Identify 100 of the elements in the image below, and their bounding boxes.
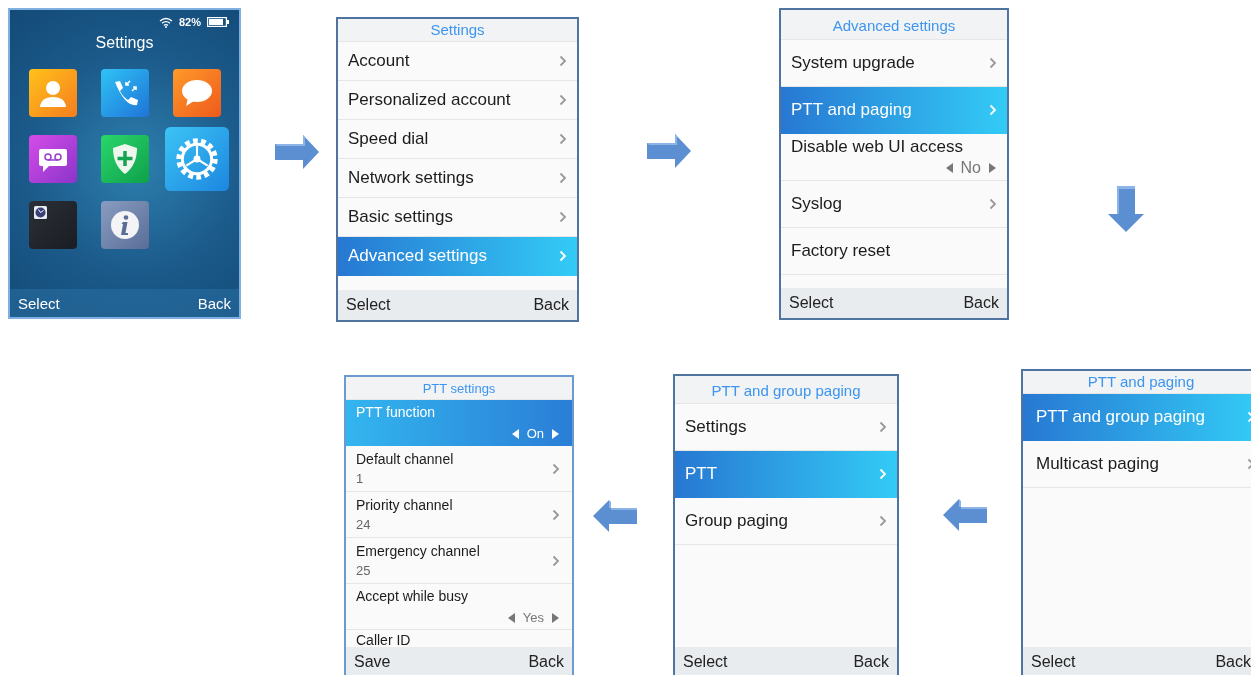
softkey[interactable]: Back bbox=[528, 653, 564, 671]
softkey[interactable]: Select bbox=[789, 294, 834, 312]
item-label: PTT and group paging bbox=[1036, 407, 1206, 427]
info-icon[interactable] bbox=[100, 201, 149, 249]
battery-icon bbox=[207, 17, 229, 27]
chevron-icon bbox=[552, 462, 560, 475]
chevron-icon bbox=[989, 104, 997, 116]
chevron-icon bbox=[879, 515, 887, 527]
screen-title: Settings bbox=[338, 19, 577, 42]
screen-title: Advanced settings bbox=[781, 10, 1007, 40]
item-value: Yes bbox=[522, 610, 544, 625]
flow-arrow bbox=[593, 500, 637, 532]
left-triangle-icon[interactable] bbox=[506, 612, 515, 623]
menu-item[interactable]: Disable web UI access No bbox=[781, 134, 1007, 181]
flow-arrow bbox=[1108, 186, 1144, 232]
item-value: 25 bbox=[356, 563, 372, 578]
menu-item[interactable]: PTT and paging bbox=[781, 87, 1007, 134]
battery-percent: 82% bbox=[178, 16, 201, 28]
chevron-icon bbox=[559, 172, 567, 184]
item-label: Speed dial bbox=[348, 129, 430, 149]
clock-app-icon[interactable] bbox=[28, 201, 77, 249]
menu-item[interactable]: Syslog bbox=[781, 181, 1007, 228]
flow-arrow bbox=[647, 134, 691, 168]
menu-item[interactable]: Accept while busy Yes bbox=[346, 584, 572, 630]
menu-item[interactable]: Caller ID bbox=[346, 630, 572, 647]
menu-item[interactable]: Multicast paging bbox=[1023, 441, 1251, 488]
softkey[interactable]: Select bbox=[18, 294, 60, 312]
item-label: Settings bbox=[685, 417, 748, 437]
menu-item[interactable]: Network settings bbox=[338, 159, 577, 198]
softkey[interactable]: Select bbox=[683, 653, 728, 671]
item-value: 24 bbox=[356, 517, 372, 532]
chevron-icon bbox=[879, 468, 887, 480]
chevron-icon bbox=[552, 508, 560, 521]
screen-title: PTT and paging bbox=[1023, 371, 1251, 394]
menu-item[interactable]: Account bbox=[338, 42, 577, 81]
menu-item[interactable]: Emergency channel 25 bbox=[346, 538, 572, 584]
item-label: Caller ID bbox=[356, 632, 412, 647]
item-label: PTT bbox=[685, 464, 719, 484]
screen-title: PTT and group paging bbox=[675, 376, 897, 404]
menu-item[interactable]: Default channel 1 bbox=[346, 446, 572, 492]
item-label: Advanced settings bbox=[348, 246, 488, 266]
right-triangle-icon[interactable] bbox=[552, 428, 560, 439]
chevron-icon bbox=[559, 250, 567, 262]
shield-icon[interactable] bbox=[100, 135, 149, 183]
item-value: On bbox=[526, 426, 544, 441]
item-label: Factory reset bbox=[791, 241, 892, 261]
flow-arrow bbox=[943, 499, 987, 531]
item-label: Account bbox=[348, 51, 411, 71]
softkey[interactable]: Select bbox=[1031, 653, 1076, 671]
item-label: Network settings bbox=[348, 168, 475, 188]
menu-item[interactable]: Advanced settings bbox=[338, 237, 577, 276]
flow-arrow bbox=[275, 135, 319, 169]
menu-item[interactable]: PTT function On bbox=[346, 400, 572, 446]
chevron-icon bbox=[879, 421, 887, 433]
menu-item[interactable]: PTT bbox=[675, 451, 897, 498]
menu-item[interactable]: PTT and group paging bbox=[1023, 394, 1251, 441]
item-label: System upgrade bbox=[791, 53, 916, 73]
menu-item[interactable]: Factory reset bbox=[781, 228, 1007, 275]
left-triangle-icon[interactable] bbox=[944, 163, 953, 173]
softkey[interactable]: Back bbox=[197, 294, 231, 312]
item-label: Default channel bbox=[356, 451, 455, 467]
item-label: Group paging bbox=[685, 511, 790, 531]
chevron-icon bbox=[559, 94, 567, 106]
softkey[interactable]: Back bbox=[1215, 653, 1251, 671]
item-value: 1 bbox=[356, 471, 365, 486]
menu-item[interactable]: Speed dial bbox=[338, 120, 577, 159]
item-label: Basic settings bbox=[348, 207, 454, 227]
speech-bubble-icon[interactable] bbox=[172, 69, 221, 117]
left-triangle-icon[interactable] bbox=[510, 428, 519, 439]
item-label: PTT function bbox=[356, 404, 437, 420]
phone-icon[interactable] bbox=[100, 69, 149, 117]
chevron-icon bbox=[989, 198, 997, 210]
chevron-icon bbox=[552, 554, 560, 567]
item-label: Disable web UI access bbox=[791, 137, 964, 157]
item-label: Syslog bbox=[791, 194, 844, 214]
softkey[interactable]: Back bbox=[533, 296, 569, 314]
chevron-icon bbox=[559, 211, 567, 223]
voicemail-icon[interactable] bbox=[28, 135, 77, 183]
item-label: Priority channel bbox=[356, 497, 454, 513]
right-triangle-icon[interactable] bbox=[989, 163, 997, 173]
menu-item[interactable]: Group paging bbox=[675, 498, 897, 545]
menu-item[interactable]: Priority channel 24 bbox=[346, 492, 572, 538]
contacts-icon[interactable] bbox=[28, 69, 77, 117]
screen-title: PTT settings bbox=[346, 377, 572, 400]
item-value: No bbox=[960, 159, 981, 177]
right-triangle-icon[interactable] bbox=[552, 612, 560, 623]
screen-title: Settings bbox=[94, 34, 155, 52]
softkey[interactable]: Select bbox=[346, 296, 391, 314]
chevron-icon bbox=[559, 55, 567, 67]
softkey[interactable]: Save bbox=[354, 653, 391, 671]
softkey[interactable]: Back bbox=[853, 653, 889, 671]
wifi-icon bbox=[158, 16, 173, 28]
chevron-icon bbox=[989, 57, 997, 69]
item-label: PTT and paging bbox=[791, 100, 913, 120]
item-label: Emergency channel bbox=[356, 543, 481, 559]
softkey[interactable]: Back bbox=[963, 294, 999, 312]
menu-item[interactable]: Personalized account bbox=[338, 81, 577, 120]
item-label: Accept while busy bbox=[356, 588, 470, 604]
settings-icon[interactable] bbox=[164, 127, 229, 191]
item-label: Multicast paging bbox=[1036, 454, 1160, 474]
